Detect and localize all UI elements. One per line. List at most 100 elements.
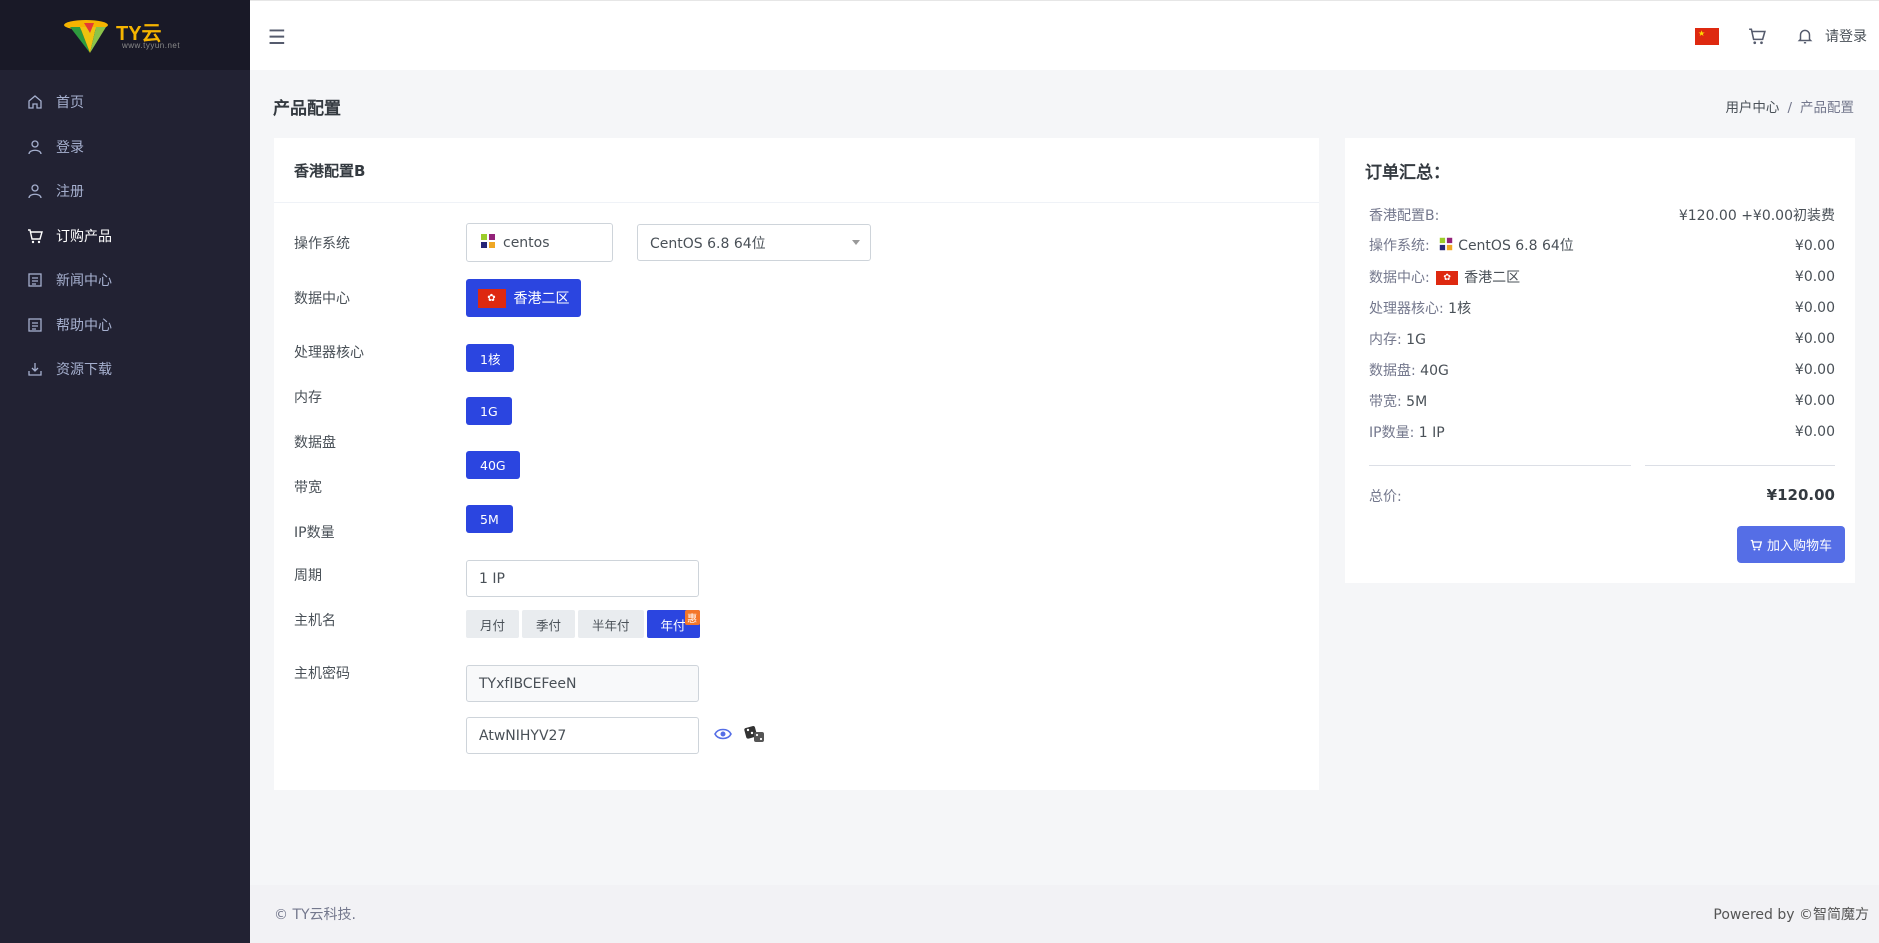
login-link[interactable]: 请登录 [1825, 26, 1867, 46]
password-value: AtwNIHYV27 [479, 727, 567, 744]
cpu-option[interactable]: 1核 [466, 344, 515, 372]
sidebar-item-label: 资源下载 [56, 362, 112, 379]
news-icon [26, 271, 44, 289]
hk-flag-icon: ✿ [477, 288, 506, 308]
summary-value: ¥0.00 [1794, 361, 1835, 378]
sidebar-item-download[interactable]: 资源下载 [0, 347, 250, 392]
summary-row: 数据中心: ✿ 香港二区 ¥0.00 [1365, 261, 1835, 292]
hostname-value: TYxfIBCEFeeN [479, 675, 577, 692]
period-monthly[interactable]: 月付 [466, 610, 520, 638]
sidebar-item-login[interactable]: 登录 [0, 125, 250, 170]
sidebar-item-help[interactable]: 帮助中心 [0, 303, 250, 348]
summary-key: 操作系统: [1369, 238, 1430, 254]
sidebar-item-label: 新闻中心 [56, 273, 112, 290]
summary-value: ¥0.00 [1794, 423, 1835, 440]
disk-option[interactable]: 40G [466, 451, 520, 479]
summary-row: 操作系统: CentOS 6.8 64位 ¥0.00 [1365, 230, 1835, 261]
summary-row: IP数量: 1 IP ¥0.00 [1365, 416, 1835, 447]
period-semiannual[interactable]: 半年付 [578, 610, 644, 638]
summary-detail: 5M [1406, 393, 1428, 410]
breadcrumb-current: 产品配置 [1800, 100, 1854, 116]
order-summary-card: 订单汇总： 香港配置B: ¥120.00 +¥0.00初装费 操作系统: Cen… [1345, 138, 1855, 583]
summary-detail: 香港二区 [1464, 269, 1521, 286]
eye-icon[interactable] [714, 727, 732, 745]
footer: © TY云科技. Powered by ©智简魔方 [250, 885, 1879, 943]
summary-row: 香港配置B: ¥120.00 +¥0.00初装费 [1365, 199, 1835, 230]
period-annual[interactable]: 年付 惠 [646, 610, 700, 638]
hostname-input[interactable]: TYxfIBCEFeeN [466, 665, 699, 702]
summary-value: ¥0.00 [1794, 237, 1835, 254]
chevron-down-icon [852, 240, 860, 245]
product-name: 香港配置B [274, 138, 1319, 203]
summary-detail: CentOS 6.8 64位 [1458, 238, 1574, 254]
total-label: 总价: [1369, 489, 1402, 505]
summary-row: 带宽: 5M ¥0.00 [1365, 385, 1835, 416]
bell-icon[interactable] [1795, 26, 1815, 46]
logo-mark: TY云 www.tyyun.net [60, 13, 190, 57]
copyright: © TY云科技. [274, 907, 357, 923]
summary-detail: 1 IP [1418, 424, 1445, 441]
disk-value: 40G [466, 451, 520, 479]
period-quarterly[interactable]: 季付 [522, 610, 576, 638]
logo[interactable]: TY云 www.tyyun.net [0, 0, 250, 70]
summary-value: ¥0.00 [1794, 299, 1835, 316]
password-input[interactable]: AtwNIHYV27 [466, 717, 699, 754]
summary-key: IP数量: [1369, 424, 1415, 441]
ip-input[interactable]: 1 IP [466, 560, 699, 597]
breadcrumb-link[interactable]: 用户中心 [1725, 100, 1779, 116]
bandwidth-label: 带宽 [294, 480, 322, 496]
menu-toggle-icon[interactable]: ☰ [268, 25, 286, 49]
logo-subtitle: www.tyyun.net [122, 41, 181, 50]
period-label: 周期 [294, 568, 322, 584]
datacenter-value: 香港二区 [513, 291, 570, 307]
sidebar-item-register[interactable]: 注册 [0, 169, 250, 214]
powered-by[interactable]: Powered by ©智简魔方 [1713, 904, 1869, 924]
cpu-label: 处理器核心 [294, 345, 364, 361]
summary-divider [1365, 465, 1835, 466]
sidebar-item-news[interactable]: 新闻中心 [0, 258, 250, 303]
summary-key: 带宽: [1369, 393, 1402, 410]
sidebar-item-order[interactable]: 订购产品 [0, 214, 250, 259]
language-flag-icon[interactable]: ★ [1695, 27, 1719, 45]
summary-title: 订单汇总： [1365, 163, 1450, 183]
summary-value: ¥120.00 +¥0.00初装费 [1678, 207, 1835, 224]
ip-label: IP数量 [294, 525, 335, 541]
os-value: centos [503, 234, 550, 251]
hostname-label: 主机名 [294, 613, 336, 629]
datacenter-option[interactable]: ✿ 香港二区 [466, 279, 581, 317]
datacenter-label: 数据中心 [294, 291, 350, 307]
period-annual-label: 年付 [660, 617, 686, 633]
summary-detail: 40G [1420, 362, 1449, 379]
breadcrumb: 用户中心 / 产品配置 [1725, 100, 1854, 116]
centos-icon [479, 232, 497, 254]
dice-icon[interactable] [744, 724, 766, 748]
user-add-icon [26, 182, 44, 200]
summary-value: ¥0.00 [1794, 392, 1835, 409]
hk-flag-icon: ✿ [1436, 270, 1459, 285]
period-selector: 月付 季付 半年付 年付 惠 [466, 610, 703, 638]
page-title: 产品配置 [273, 99, 341, 119]
summary-row: 内存: 1G ¥0.00 [1365, 323, 1835, 354]
sidebar: TY云 www.tyyun.net 首页 登录 注册 订购产品 新闻中心 帮助中… [0, 0, 250, 943]
cart-icon [1750, 539, 1762, 551]
password-label: 主机密码 [294, 666, 350, 682]
os-version-select[interactable]: CentOS 6.8 64位 [637, 224, 871, 261]
bandwidth-value: 5M [466, 505, 513, 533]
sidebar-item-home[interactable]: 首页 [0, 80, 250, 125]
summary-key: 数据中心: [1369, 269, 1430, 286]
sidebar-item-label: 帮助中心 [56, 317, 112, 334]
sidebar-item-label: 订购产品 [56, 228, 112, 245]
os-selector[interactable]: centos [466, 223, 613, 262]
memory-value: 1G [466, 397, 512, 425]
user-icon [26, 138, 44, 156]
bandwidth-option[interactable]: 5M [466, 505, 513, 533]
cpu-value: 1核 [466, 344, 515, 372]
summary-row: 数据盘: 40G ¥0.00 [1365, 354, 1835, 385]
os-label: 操作系统 [294, 236, 350, 252]
memory-option[interactable]: 1G [466, 397, 512, 425]
summary-detail: 1G [1406, 331, 1426, 348]
download-icon [26, 360, 44, 378]
add-to-cart-button[interactable]: 加入购物车 [1737, 526, 1845, 563]
cart-icon[interactable] [1747, 26, 1767, 46]
summary-detail: 1核 [1448, 300, 1472, 317]
